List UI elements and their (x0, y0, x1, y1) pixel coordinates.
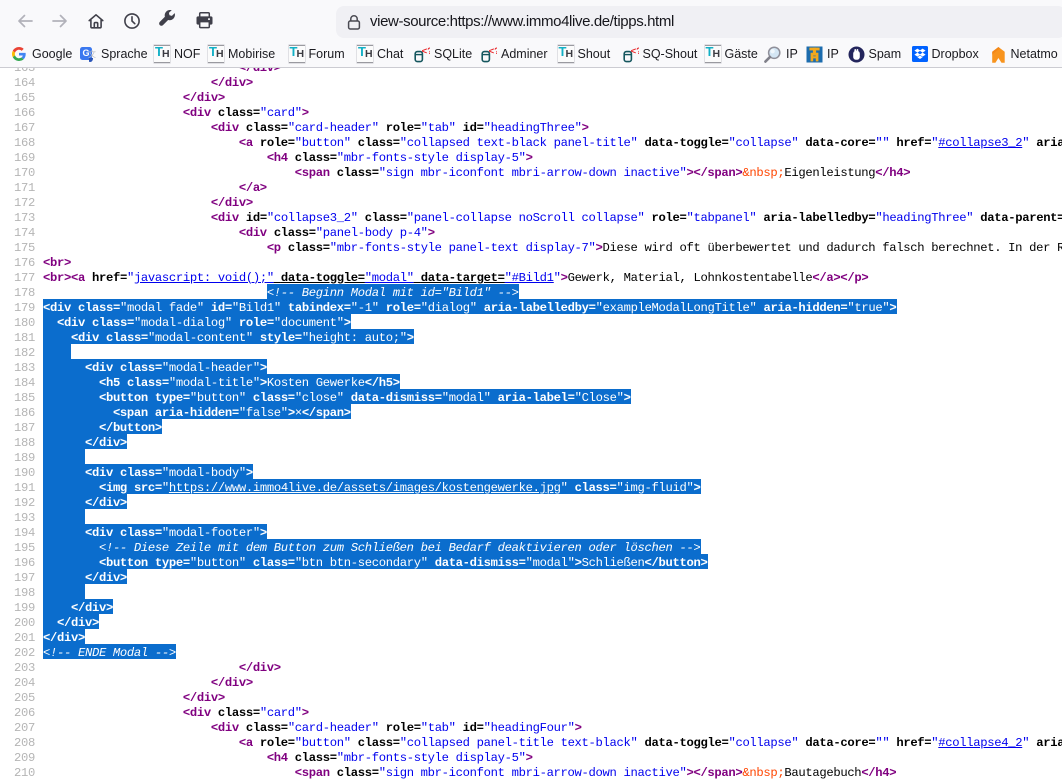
svg-text:<?: <? (630, 46, 638, 57)
svg-text:<?: <? (422, 46, 430, 57)
svg-text:<?: <? (489, 46, 497, 57)
